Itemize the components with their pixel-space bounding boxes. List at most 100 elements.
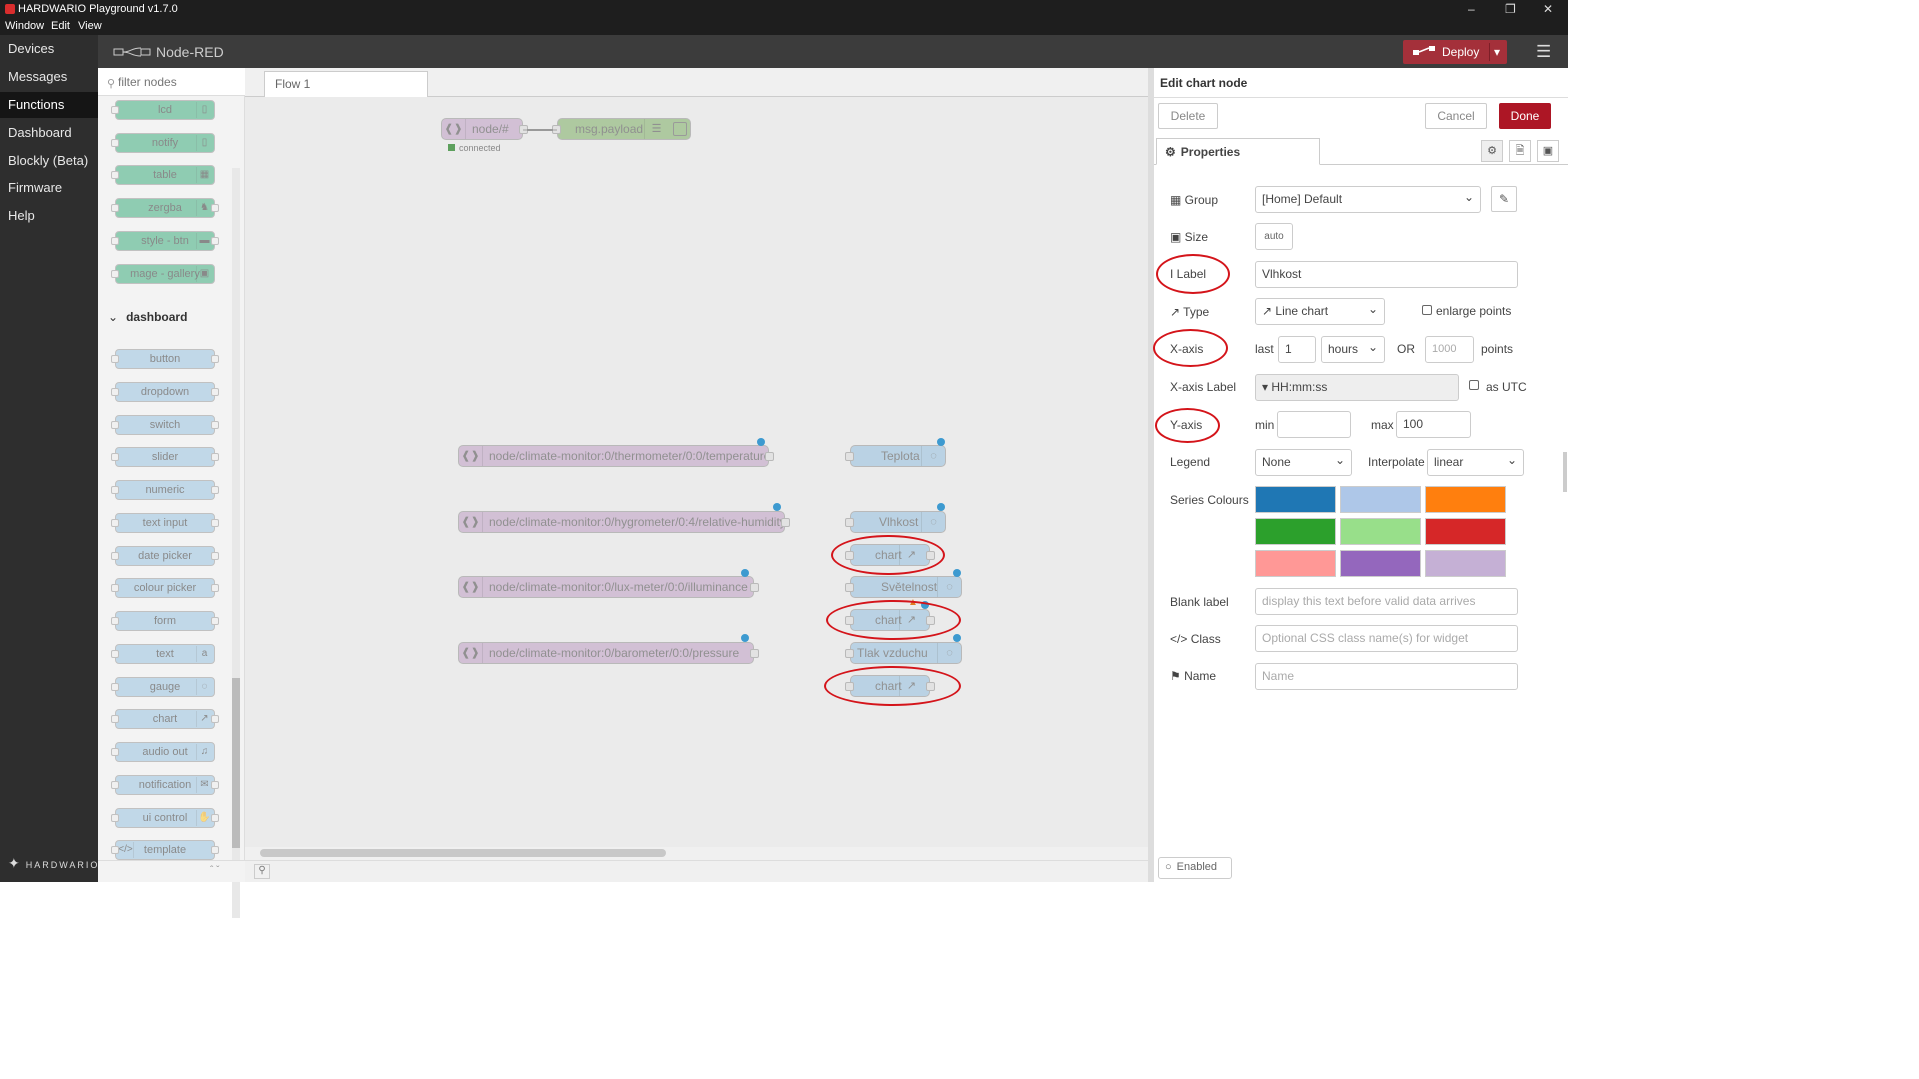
mqtt-topic-pressure[interactable]: ❰❱ node/climate-monitor:0/barometer/0:0/… [458,642,759,664]
gauge-node-teplota[interactable]: Teplota ◌ [845,445,946,467]
mqtt-topic-humidity[interactable]: ❰❱ node/climate-monitor:0/hygrometer/0:4… [458,511,790,533]
palette-scrollbar-thumb[interactable] [232,678,240,848]
series-colour-swatch[interactable] [1255,518,1336,545]
input-port[interactable] [845,518,854,527]
nav-dashboard[interactable]: Dashboard [0,120,98,146]
series-colour-swatch[interactable] [1340,550,1421,577]
collapse-all-icon[interactable]: ˆ ˇ [210,865,219,876]
output-port[interactable] [750,649,759,658]
group-select[interactable]: [Home] Default [1255,185,1481,213]
palette-filter-input[interactable] [118,74,238,90]
palette-node-switch[interactable]: switch [111,415,219,435]
appearance-tab-icon[interactable]: ▣ [1537,140,1559,162]
done-button[interactable]: Done [1499,103,1551,129]
palette-node-button[interactable]: button [111,349,219,369]
series-colour-swatch[interactable] [1425,518,1506,545]
interpolate-select[interactable]: linear [1427,448,1524,476]
canvas-scrollbar[interactable] [260,849,666,857]
palette-node-text[interactable]: text a [111,644,215,664]
menu-window[interactable]: Window [5,20,44,32]
palette-node-ui-control[interactable]: ui control ✋ [111,808,219,828]
series-colour-swatch[interactable] [1425,486,1506,513]
palette-scrollbar[interactable] [232,168,240,918]
output-port[interactable] [765,452,774,461]
nav-devices[interactable]: Devices [0,36,98,62]
palette-node-audio-out[interactable]: audio out ♫ [111,742,215,762]
points-input[interactable]: 1000 [1425,336,1474,363]
debug-node[interactable]: msg.payload ☰ [552,118,691,140]
gauge-node-vlhkost[interactable]: Vlhkost ◌ [845,511,946,533]
palette-node-slider[interactable]: slider [111,447,219,467]
x-axis-format-select[interactable]: ▾ HH:mm:ss [1255,374,1459,401]
output-port[interactable] [781,518,790,527]
min-input[interactable] [1277,411,1351,438]
palette-node-template[interactable]: </> template [111,840,219,860]
edit-group-pencil-icon[interactable]: ✎ [1491,186,1517,212]
palette-node-gauge[interactable]: gauge ◌ [111,677,215,697]
mqtt-in-node[interactable]: ❰❱ node/# [441,118,528,140]
palette-node-style-btn[interactable]: style - btn ▬ [111,231,219,251]
tray-scrollbar[interactable] [1563,452,1567,492]
input-port[interactable] [845,583,854,592]
series-colour-swatch[interactable] [1340,518,1421,545]
input-port[interactable] [845,452,854,461]
palette-node-dropdown[interactable]: dropdown [111,382,219,402]
palette-node-zergba[interactable]: zergba ♞ [111,198,219,218]
tab-properties[interactable]: ⚙ Properties [1156,138,1320,165]
palette-node-date-picker[interactable]: date picker [111,546,219,566]
nav-blockly[interactable]: Blockly (Beta) [0,148,98,174]
flow-canvas[interactable]: ❰❱ node/# connected msg.payload ☰ ❰❱ nod… [245,97,1148,847]
tab-flow-1[interactable]: Flow 1 [264,71,428,98]
label-input[interactable]: Vlhkost [1255,261,1518,288]
deploy-caret-icon[interactable]: ▾ [1489,43,1500,61]
palette-node-numeric[interactable]: numeric [111,480,219,500]
palette-node-text-input[interactable]: text input [111,513,219,533]
blank-label-input[interactable]: display this text before valid data arri… [1255,588,1518,615]
palette-node-table[interactable]: table ▦ [111,165,215,185]
series-colour-swatch[interactable] [1255,550,1336,577]
series-colour-swatch[interactable] [1340,486,1421,513]
palette-node-notification[interactable]: notification ✉ [111,775,219,795]
delete-button[interactable]: Delete [1158,103,1218,129]
last-input[interactable]: 1 [1278,336,1316,363]
nav-messages[interactable]: Messages [0,64,98,90]
palette-category-dashboard[interactable]: ⌄ dashboard [108,310,187,324]
unit-select[interactable]: hours [1321,335,1385,363]
series-colour-swatch[interactable] [1425,550,1506,577]
minimize-icon[interactable]: – [1468,2,1475,16]
search-icon[interactable]: ⚲ [254,864,270,879]
nav-firmware[interactable]: Firmware [0,175,98,201]
nav-help[interactable]: Help [0,203,98,229]
input-port[interactable] [845,649,854,658]
menu-view[interactable]: View [78,20,102,32]
gauge-node-svetelnost[interactable]: Světelnost ◌ [845,576,962,598]
palette-node-form[interactable]: form [111,611,219,631]
output-port[interactable] [750,583,759,592]
palette-node-image-gallery[interactable]: mage - gallery ▣ [111,264,215,284]
output-port[interactable] [519,125,528,134]
palette-node-notify[interactable]: notify ▯ [111,133,215,153]
menu-icon[interactable]: ☰ [1536,42,1551,62]
as-utc-checkbox[interactable] [1469,380,1479,390]
legend-select[interactable]: None [1255,448,1352,476]
maximize-icon[interactable]: ❐ [1505,2,1516,16]
series-colour-swatch[interactable] [1255,486,1336,513]
description-tab-icon[interactable]: 🗎 [1509,140,1531,162]
menu-edit[interactable]: Edit [51,20,70,32]
name-input[interactable]: Name [1255,663,1518,690]
cancel-button[interactable]: Cancel [1425,103,1487,129]
enabled-toggle[interactable]: ○ Enabled [1158,857,1232,879]
mqtt-topic-illuminance[interactable]: ❰❱ node/climate-monitor:0/lux-meter/0:0/… [458,576,759,598]
max-input[interactable]: 100 [1396,411,1471,438]
class-input[interactable]: Optional CSS class name(s) for widget [1255,625,1518,652]
palette-node-lcd[interactable]: lcd ▯ [111,100,215,120]
deploy-button[interactable]: Deploy ▾ [1403,40,1507,64]
size-button[interactable]: auto [1255,223,1293,250]
mqtt-topic-temperature[interactable]: ❰❱ node/climate-monitor:0/thermometer/0:… [458,445,774,467]
enlarge-points-checkbox[interactable] [1422,305,1432,315]
close-icon[interactable]: ✕ [1543,2,1553,16]
palette-node-colour-picker[interactable]: colour picker [111,578,219,598]
type-select[interactable]: ↗ Line chart [1255,297,1385,325]
settings-tab-icon[interactable]: ⚙ [1481,140,1503,162]
gauge-node-tlak-vzduchu[interactable]: Tlak vzduchu ◌ [845,642,962,664]
